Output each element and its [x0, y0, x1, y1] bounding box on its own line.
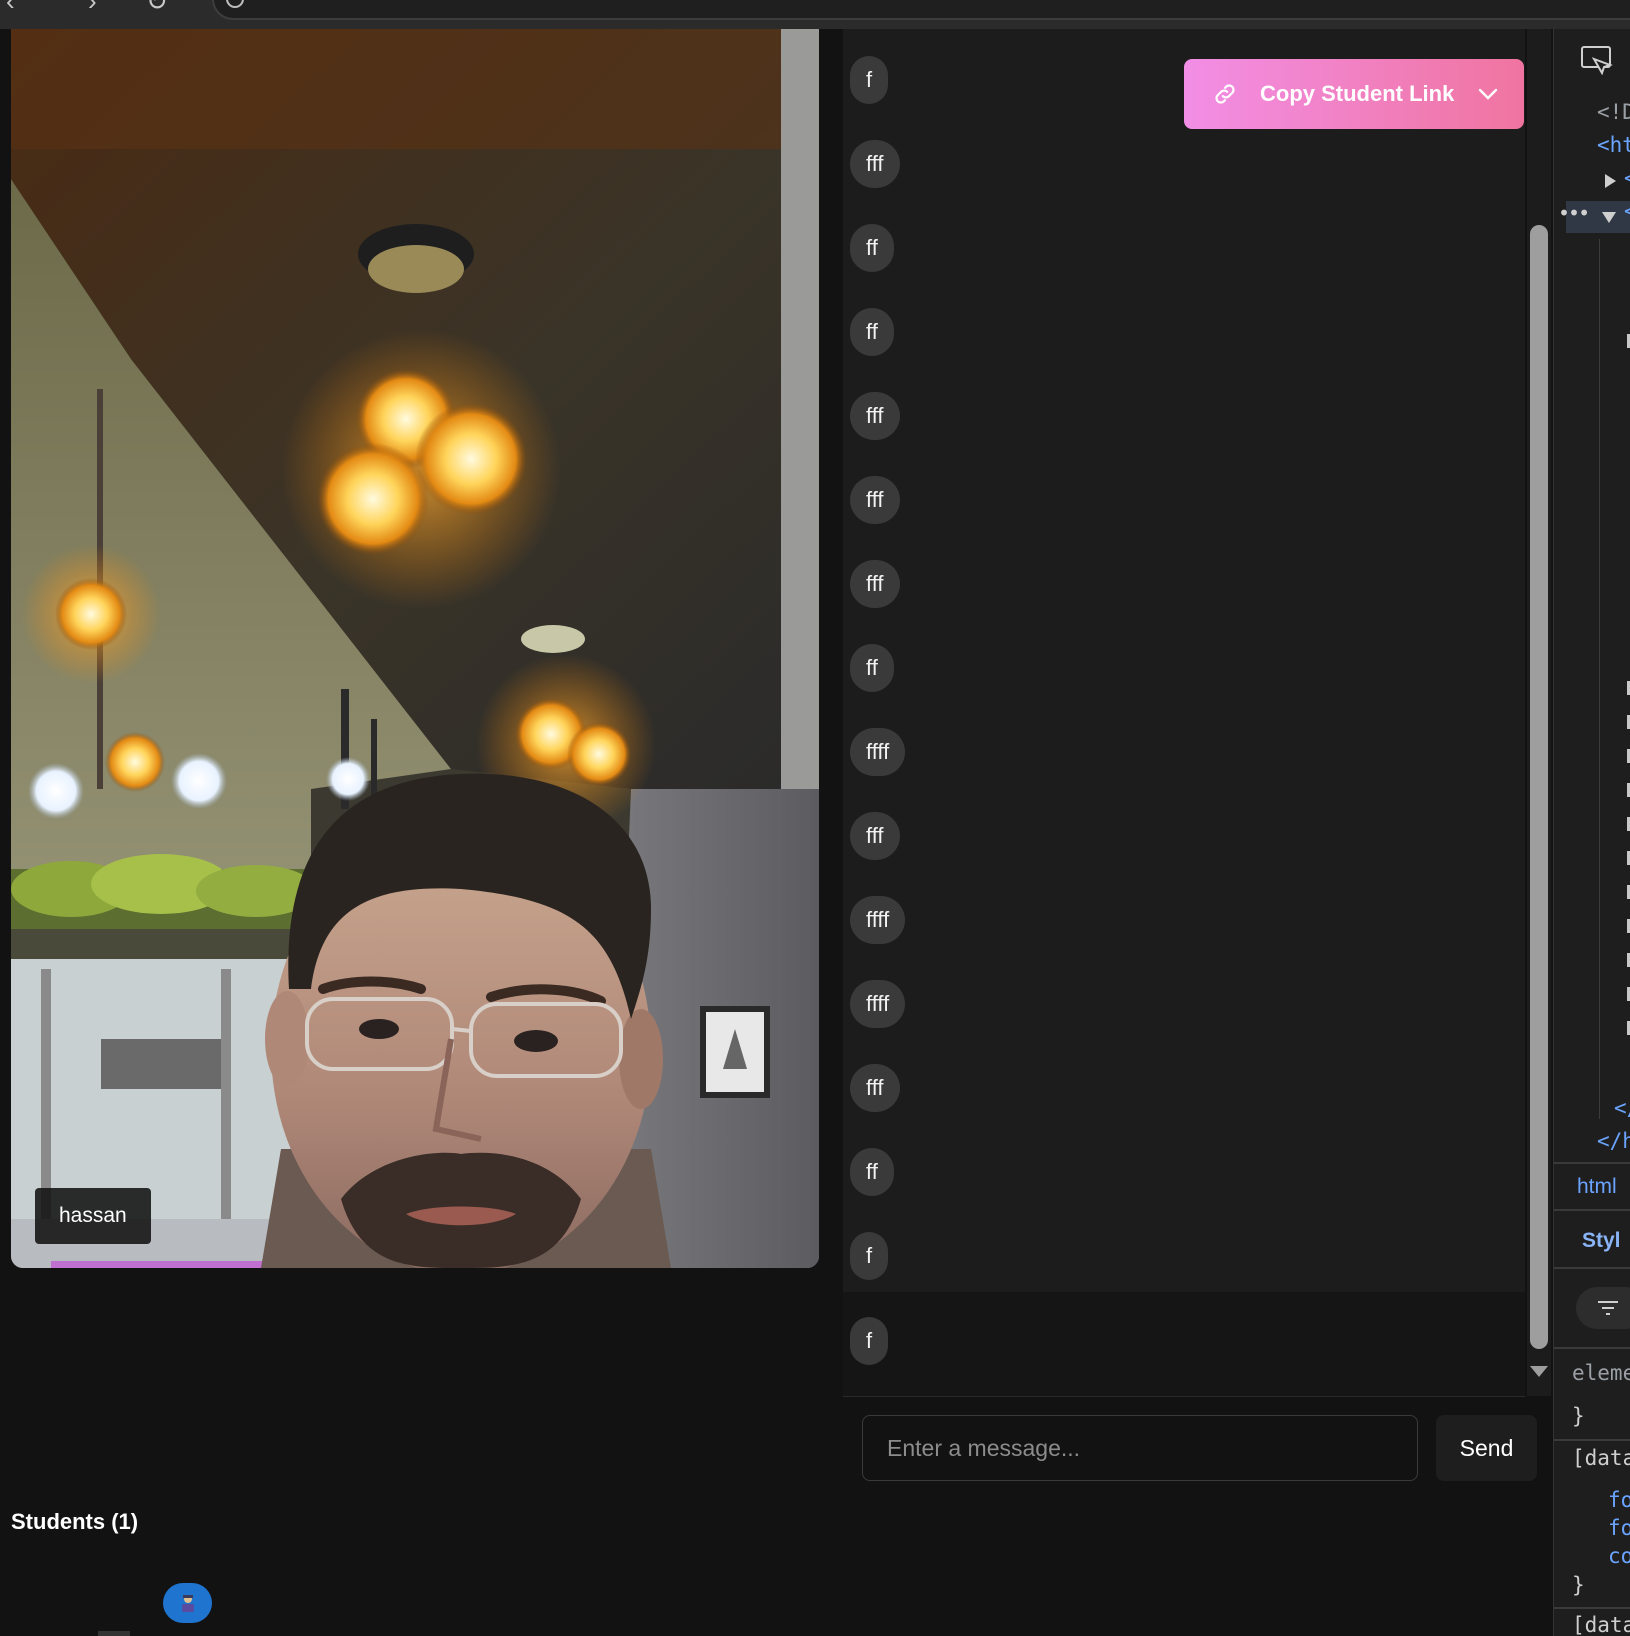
chat-message: ffff: [850, 896, 906, 944]
chat-message: ffff: [850, 980, 906, 1028]
reload-icon[interactable]: ↻: [146, 0, 168, 17]
devtools-style-line: }: [1572, 1404, 1585, 1428]
chat-message: fff: [850, 392, 900, 440]
forward-arrow-icon[interactable]: ›: [88, 0, 97, 17]
devtools-closing-tag[interactable]: </h: [1614, 1096, 1630, 1120]
devtools-doctype: <!D: [1597, 100, 1630, 124]
participant-name-tag: hassan: [35, 1188, 151, 1244]
expand-triangle-icon[interactable]: [1605, 174, 1616, 188]
devtools-divider: [1554, 1439, 1630, 1441]
chat-message: fff: [850, 140, 900, 188]
send-button[interactable]: Send: [1436, 1415, 1537, 1481]
chat-message: f: [850, 1232, 889, 1280]
chat-message: f: [850, 56, 889, 104]
devtools-divider: [1554, 1267, 1630, 1269]
site-info-icon[interactable]: [226, 0, 244, 8]
chat-message: f: [850, 1317, 889, 1365]
devtools-style-line: eleme: [1572, 1361, 1630, 1385]
address-bar[interactable]: [212, 0, 1630, 20]
devtools-indent-guide: [1599, 239, 1600, 1119]
chat-message: ff: [850, 224, 894, 272]
devtools-row-menu[interactable]: •••: [1558, 201, 1590, 225]
chat-message: fff: [850, 476, 900, 524]
devtools-styles-tab[interactable]: Styl: [1582, 1229, 1621, 1253]
student-avatar-icon: [181, 1595, 194, 1612]
collapse-triangle-icon[interactable]: [1602, 212, 1616, 223]
cast-icon[interactable]: [1580, 45, 1614, 75]
devtools-divider: [1554, 1162, 1630, 1164]
chat-message: ff: [850, 1148, 894, 1196]
devtools-style-line: [data: [1572, 1446, 1630, 1470]
devtools-html-close[interactable]: </h: [1597, 1129, 1630, 1153]
chat-message: ffff: [850, 728, 906, 776]
devtools-panel: <!D <ht < ••• < </h </h html Styl eleme …: [1553, 29, 1630, 1636]
devtools-style-line: }: [1572, 1573, 1585, 1597]
students-heading: Students (1): [11, 1509, 139, 1534]
browser-toolbar: ‹ › ↻: [0, 0, 1630, 29]
video-tile: hassan: [11, 29, 819, 1268]
devtools-body-tag[interactable]: <: [1624, 199, 1630, 223]
devtools-html-tag[interactable]: <ht: [1597, 133, 1630, 157]
chat-message-list[interactable]: f fff ff ff fff fff fff ff ffff fff ffff ffff fff ff f: [843, 29, 1525, 1292]
devtools-divider: [1554, 1209, 1630, 1211]
devtools-breadcrumb[interactable]: html: [1577, 1175, 1617, 1199]
devtools-style-line: fo: [1608, 1516, 1630, 1540]
devtools-head-tag[interactable]: <: [1624, 166, 1630, 190]
student-list-item: [98, 1631, 130, 1636]
chat-message: fff: [850, 560, 900, 608]
message-input[interactable]: [862, 1415, 1418, 1481]
devtools-style-line: [data: [1572, 1613, 1630, 1636]
devtools-filter[interactable]: [1576, 1287, 1630, 1329]
scroll-down-arrow-icon[interactable]: [1530, 1366, 1548, 1377]
chat-scrollbar-thumb[interactable]: [1530, 225, 1548, 1349]
chat-message: fff: [850, 812, 900, 860]
back-arrow-icon[interactable]: ‹: [6, 0, 15, 17]
chevron-down-icon[interactable]: [1478, 88, 1498, 100]
devtools-divider: [1554, 1347, 1630, 1349]
devtools-style-line: fo: [1608, 1488, 1630, 1512]
camera-feed: [11, 29, 819, 1268]
student-avatar[interactable]: [163, 1583, 212, 1623]
chat-message: fff: [850, 1064, 900, 1112]
copy-student-link-button[interactable]: Copy Student Link: [1184, 59, 1524, 129]
chat-divider: [843, 1396, 1525, 1397]
chat-panel: f fff ff ff fff fff fff ff ffff fff ffff ffff fff ff f: [843, 29, 1525, 1292]
copy-student-link-label: Copy Student Link: [1260, 81, 1455, 106]
link-icon: [1215, 84, 1235, 104]
filter-icon: [1598, 1301, 1618, 1315]
devtools-style-line: co: [1608, 1544, 1630, 1568]
devtools-divider: [1554, 1607, 1630, 1609]
chat-message: ff: [850, 644, 894, 692]
chat-message: ff: [850, 308, 894, 356]
chat-list-overflow: [843, 1292, 1525, 1397]
